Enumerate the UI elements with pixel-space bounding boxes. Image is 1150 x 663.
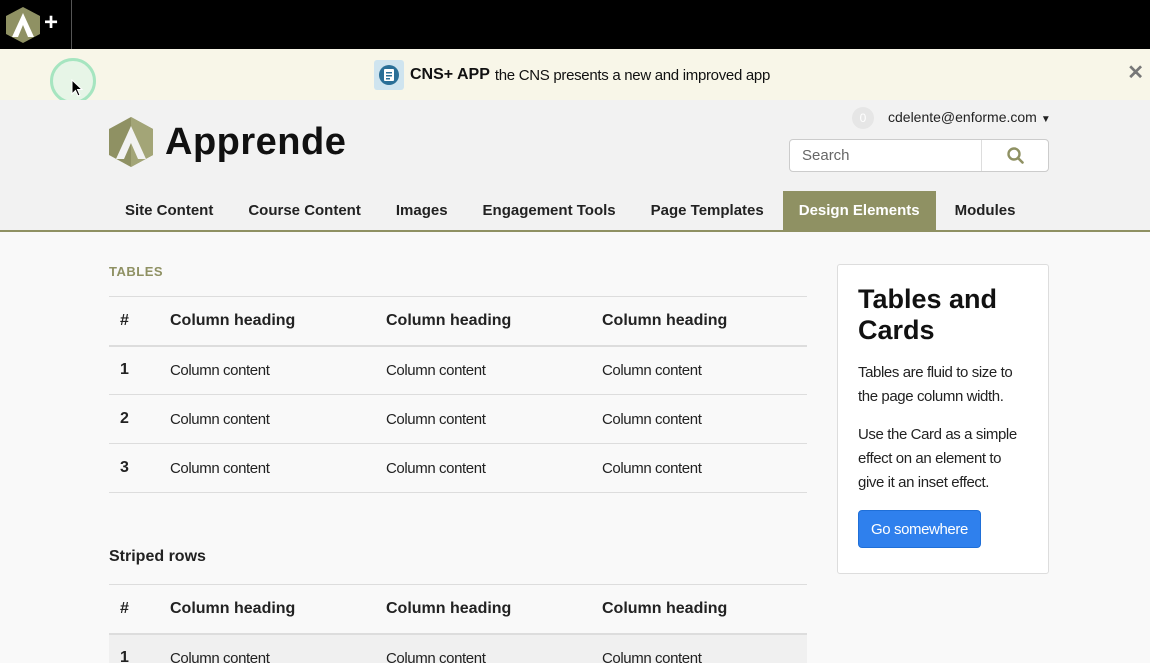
table-cell: Column content xyxy=(386,443,602,493)
table-cell: 1 xyxy=(109,345,170,395)
table-row: 1 Column content Column content Column c… xyxy=(109,633,807,663)
search-button[interactable] xyxy=(982,140,1048,171)
table-header-row: # Column heading Column heading Column h… xyxy=(109,296,807,347)
table-heading: Column heading xyxy=(602,296,807,347)
tab-page-templates[interactable]: Page Templates xyxy=(635,191,780,231)
table-heading: Column heading xyxy=(170,296,386,347)
search-icon xyxy=(1006,147,1024,164)
announcement-banner: CNS+ APP the CNS presents a new and impr… xyxy=(0,49,1150,100)
apprende-logo-icon xyxy=(109,117,153,167)
tab-design-elements[interactable]: Design Elements xyxy=(782,191,936,231)
announcement-message: the CNS presents a new and improved app xyxy=(494,66,771,84)
tab-modules[interactable]: Modules xyxy=(939,191,1032,231)
table-heading: Column heading xyxy=(386,296,602,347)
striped-rows-title: Striped rows xyxy=(109,548,206,565)
striped-table: # Column heading Column heading Column h… xyxy=(109,584,807,663)
site-header: Apprende 0 cdelente@enforme.com▼ Site Co… xyxy=(0,100,1150,232)
top-app-bar: + xyxy=(0,0,1150,49)
card-text: Use the Card as a simple effect on an el… xyxy=(858,426,1017,491)
add-icon[interactable]: + xyxy=(44,9,58,37)
card-text: Tables are fluid to size to the page col… xyxy=(858,364,1013,405)
section-label: TABLES xyxy=(109,264,164,279)
table-cell: 1 xyxy=(109,633,170,663)
brand-name: Apprende xyxy=(165,120,347,163)
tab-engagement-tools[interactable]: Engagement Tools xyxy=(467,191,632,231)
announcement-title: CNS+ APP xyxy=(410,66,490,83)
table-cell: Column content xyxy=(170,443,386,493)
table-cell: Column content xyxy=(386,633,602,663)
table-cell: Column content xyxy=(170,345,386,395)
tab-course-content[interactable]: Course Content xyxy=(232,191,377,231)
info-card: Tables and Cards Tables are fluid to siz… xyxy=(837,264,1049,574)
table-cell: Column content xyxy=(602,633,807,663)
table-row: 3 Column content Column content Column c… xyxy=(109,443,807,493)
table-heading: # xyxy=(109,584,170,635)
main-content: TABLES # Column heading Column heading C… xyxy=(109,232,807,663)
table-row: 1 Column content Column content Column c… xyxy=(109,345,807,395)
table-cell: Column content xyxy=(386,394,602,444)
table-heading: Column heading xyxy=(386,584,602,635)
notification-badge[interactable]: 0 xyxy=(852,107,874,129)
table-cell: Column content xyxy=(386,345,602,395)
table-header-row: # Column heading Column heading Column h… xyxy=(109,584,807,635)
app-icon xyxy=(374,60,404,90)
caret-down-icon: ▼ xyxy=(1040,114,1051,125)
user-email: cdelente@enforme.com xyxy=(888,109,1037,125)
announcement-content[interactable]: CNS+ APP the CNS presents a new and impr… xyxy=(374,60,770,90)
tab-images[interactable]: Images xyxy=(380,191,464,231)
table-cell: 2 xyxy=(109,394,170,444)
table-cell: 3 xyxy=(109,443,170,493)
table-cell: Column content xyxy=(602,345,807,395)
table-heading: # xyxy=(109,296,170,347)
go-somewhere-button[interactable]: Go somewhere xyxy=(858,510,981,548)
table-cell: Column content xyxy=(602,443,807,493)
apprende-logo-icon[interactable] xyxy=(6,7,40,43)
basic-table: # Column heading Column heading Column h… xyxy=(109,296,807,493)
card-title: Tables and Cards xyxy=(858,284,998,345)
table-row: 2 Column content Column content Column c… xyxy=(109,394,807,444)
mouse-cursor-icon xyxy=(71,79,83,97)
table-cell: Column content xyxy=(602,394,807,444)
table-cell: Column content xyxy=(170,394,386,444)
table-heading: Column heading xyxy=(170,584,386,635)
topbar-divider xyxy=(71,0,72,49)
user-menu[interactable]: cdelente@enforme.com ▼ xyxy=(888,109,1051,125)
search-input[interactable] xyxy=(790,140,982,171)
brand-logo[interactable]: Apprende xyxy=(109,117,346,167)
search-box xyxy=(789,139,1049,172)
tab-site-content[interactable]: Site Content xyxy=(109,191,229,231)
table-heading: Column heading xyxy=(602,584,807,635)
close-icon[interactable]: ✕ xyxy=(1127,63,1144,83)
main-nav: Site Content Course Content Images Engag… xyxy=(109,191,1034,231)
table-cell: Column content xyxy=(170,633,386,663)
